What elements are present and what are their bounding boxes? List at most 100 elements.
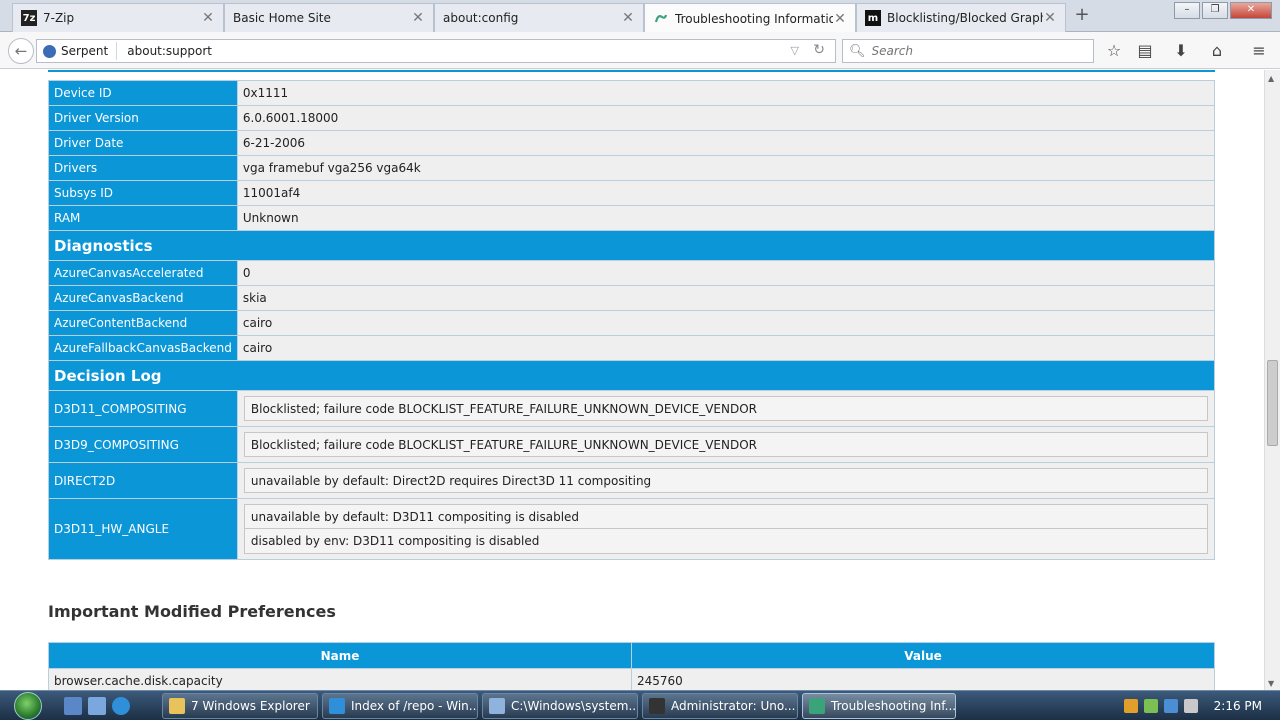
- search-bar[interactable]: 🔍︎: [842, 39, 1094, 63]
- table-row: AzureCanvasAccelerated 0: [48, 260, 1216, 286]
- section-title: Decision Log: [48, 360, 1215, 391]
- taskbar-button[interactable]: 7 Windows Explorer: [162, 693, 318, 719]
- row-key: RAM: [48, 205, 238, 231]
- window-icon: [489, 698, 505, 714]
- reading-list-icon[interactable]: ▤: [1134, 40, 1156, 62]
- tab-title: 7-Zip: [43, 11, 75, 25]
- row-value: Unknown: [236, 205, 1216, 231]
- scroll-up-icon[interactable]: ▲: [1268, 74, 1274, 83]
- close-window-icon[interactable]: ✕: [1230, 2, 1272, 19]
- pref-value: 245760: [631, 668, 1215, 690]
- show-desktop-icon[interactable]: [64, 697, 82, 715]
- windows-logo-icon: [14, 692, 42, 720]
- url-bar[interactable]: Serpent about:support ▽ ↻: [36, 39, 836, 63]
- taskbar-button[interactable]: Administrator: Uno...: [642, 693, 798, 719]
- bookmark-star-icon[interactable]: ☆: [1103, 40, 1125, 62]
- row-key: AzureCanvasBackend: [48, 285, 238, 311]
- mdn-icon: m: [865, 10, 881, 26]
- table-row: Subsys ID 11001af4: [48, 180, 1216, 206]
- section-title: Diagnostics: [48, 230, 1215, 261]
- minimize-icon[interactable]: –: [1174, 2, 1200, 19]
- pref-name: browser.cache.disk.capacity: [48, 668, 632, 690]
- clock[interactable]: 2:16 PM: [1214, 699, 1262, 713]
- feature-log: Blocklisted; failure code BLOCKLIST_FEAT…: [236, 426, 1216, 463]
- table-row: Driver Date 6-21-2006: [48, 130, 1216, 156]
- table-row: Drivers vga framebuf vga256 vga64k: [48, 155, 1216, 181]
- column-header-value[interactable]: Value: [631, 642, 1215, 669]
- scroll-down-icon[interactable]: ▼: [1268, 679, 1274, 688]
- search-input[interactable]: [871, 44, 1072, 58]
- section-header-diagnostics: Diagnostics: [48, 230, 1215, 261]
- serpent-icon: [809, 698, 825, 714]
- home-icon[interactable]: ⌂: [1206, 40, 1228, 62]
- tab-troubleshooting[interactable]: Troubleshooting Informatio ✕: [644, 3, 856, 33]
- log-entry: unavailable by default: Direct2D require…: [243, 468, 1208, 493]
- tab-title: Blocklisting/Blocked Graphi: [887, 11, 1043, 25]
- identity-box[interactable]: Serpent: [43, 42, 118, 60]
- vertical-scrollbar[interactable]: ▲ ▼: [1264, 70, 1280, 690]
- close-icon[interactable]: ✕: [201, 10, 215, 26]
- url-text[interactable]: about:support: [117, 44, 212, 58]
- tab-blocklisting[interactable]: m Blocklisting/Blocked Graphi ✕: [856, 3, 1066, 32]
- log-entry: unavailable by default: D3D11 compositin…: [243, 504, 1208, 529]
- taskbar-button-label: 7 Windows Explorer: [191, 699, 310, 713]
- update-icon[interactable]: [1143, 699, 1158, 713]
- close-icon[interactable]: ✕: [411, 10, 425, 26]
- graphics-table: Device ID 0x1111 Driver Version 6.0.6001.18…: [48, 80, 1216, 560]
- taskbar-button[interactable]: C:\Windows\system...: [482, 693, 638, 719]
- download-icon[interactable]: ⬇: [1170, 40, 1192, 62]
- row-value: cairo: [236, 335, 1216, 361]
- table-row: AzureFallbackCanvasBackend cairo: [48, 335, 1216, 361]
- cut-off-row: [48, 70, 1215, 72]
- volume-icon[interactable]: [1183, 699, 1198, 713]
- scroll-thumb[interactable]: [1267, 360, 1278, 446]
- feature-log: unavailable by default: D3D11 compositin…: [236, 498, 1216, 560]
- row-key: AzureCanvasAccelerated: [48, 260, 238, 286]
- row-value: 6.0.6001.18000: [236, 105, 1216, 131]
- shield-icon[interactable]: [1123, 699, 1138, 713]
- taskbar: 7 Windows Explorer Index of /repo - Win..…: [0, 690, 1280, 720]
- tab-basic-home-site[interactable]: Basic Home Site ✕: [224, 3, 434, 32]
- tab-about-config[interactable]: about:config ✕: [434, 3, 644, 32]
- row-key: AzureFallbackCanvasBackend: [48, 335, 238, 361]
- tab-7zip[interactable]: 7z 7-Zip ✕: [12, 3, 224, 32]
- row-key: Subsys ID: [48, 180, 238, 206]
- folder-icon: [169, 698, 185, 714]
- restore-icon[interactable]: ❐: [1202, 2, 1228, 19]
- column-header-name[interactable]: Name: [48, 642, 632, 669]
- table-row: Driver Version 6.0.6001.18000: [48, 105, 1216, 131]
- section-header-decision-log: Decision Log: [48, 360, 1215, 391]
- start-button[interactable]: [6, 691, 46, 720]
- identity-label: Serpent: [61, 44, 109, 58]
- log-entry: disabled by env: D3D11 compositing is di…: [243, 529, 1208, 554]
- tab-title: about:config: [443, 11, 519, 25]
- network-icon[interactable]: [1163, 699, 1178, 713]
- ie-icon[interactable]: [112, 697, 130, 715]
- menu-icon[interactable]: ≡: [1248, 40, 1270, 62]
- row-value: vga framebuf vga256 vga64k: [236, 155, 1216, 181]
- close-icon[interactable]: ✕: [833, 11, 847, 27]
- table-row: RAM Unknown: [48, 205, 1216, 231]
- taskbar-button[interactable]: Index of /repo - Win...: [322, 693, 478, 719]
- back-button[interactable]: ←: [8, 38, 34, 64]
- table-row: browser.cache.disk.capacity 245760: [48, 668, 1215, 690]
- cmd-icon: [649, 698, 665, 714]
- close-icon[interactable]: ✕: [621, 10, 635, 26]
- close-icon[interactable]: ✕: [1043, 10, 1057, 26]
- row-value: 0x1111: [236, 80, 1216, 106]
- taskbar-button-label: Administrator: Uno...: [671, 699, 796, 713]
- system-tray: 2:16 PM: [1123, 691, 1280, 720]
- tab-strip: 7z 7-Zip ✕ Basic Home Site ✕ about:confi…: [0, 0, 1280, 33]
- window-controls: – ❐ ✕: [1174, 2, 1272, 19]
- new-tab-button[interactable]: +: [1072, 5, 1092, 25]
- taskbar-button-label: Troubleshooting Inf...: [831, 699, 956, 713]
- dropdown-arrow-icon[interactable]: ▽: [791, 44, 799, 57]
- reload-icon[interactable]: ↻: [813, 42, 825, 58]
- row-value: cairo: [236, 310, 1216, 336]
- switch-windows-icon[interactable]: [88, 697, 106, 715]
- row-key: Drivers: [48, 155, 238, 181]
- serpent-icon: [653, 11, 669, 27]
- taskbar-button[interactable]: Troubleshooting Inf...: [802, 693, 956, 719]
- table-row: AzureContentBackend cairo: [48, 310, 1216, 336]
- 7zip-icon: 7z: [21, 10, 37, 26]
